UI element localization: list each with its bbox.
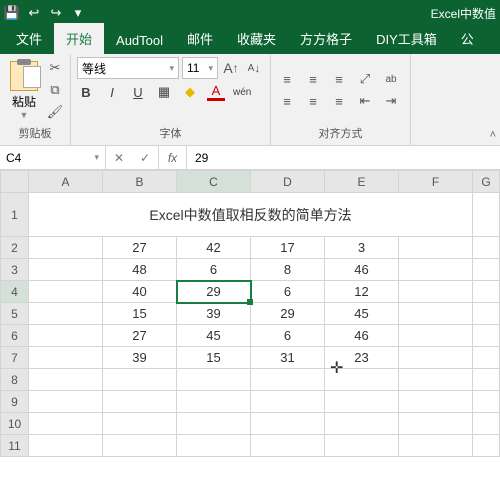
cell[interactable]: 15 [177, 347, 251, 369]
fill-color-button[interactable]: ◆ [181, 84, 199, 100]
clipboard-icon [10, 61, 38, 91]
cell[interactable]: 23 [325, 347, 399, 369]
cell[interactable]: 39 [103, 347, 177, 369]
border-button[interactable]: ▦ [155, 84, 173, 100]
cell[interactable]: 31 [251, 347, 325, 369]
cell[interactable]: 15 [103, 303, 177, 325]
cut-icon[interactable]: ✂ [46, 59, 64, 77]
redo-icon[interactable]: ↪ [48, 5, 64, 21]
align-group-label: 对齐方式 [277, 123, 404, 143]
cell[interactable]: 46 [325, 259, 399, 281]
row-header[interactable]: 5 [1, 303, 29, 325]
col-header-D[interactable]: D [251, 171, 325, 193]
spreadsheet-grid[interactable]: A B C D E F G 1Excel中数值取相反数的简单方法 2274217… [0, 170, 500, 457]
clipboard-group-label: 剪贴板 [6, 123, 64, 143]
paste-label: 粘贴 [12, 93, 36, 110]
row-header[interactable]: 9 [1, 391, 29, 413]
col-header-B[interactable]: B [103, 171, 177, 193]
align-center-icon[interactable]: ≡ [303, 93, 323, 109]
underline-button[interactable]: U [129, 85, 147, 100]
col-header-C[interactable]: C [177, 171, 251, 193]
select-all-corner[interactable] [1, 171, 29, 193]
cell[interactable]: 6 [251, 325, 325, 347]
copy-icon[interactable]: ⧉ [46, 81, 64, 99]
cancel-formula-icon[interactable]: ✕ [106, 151, 132, 165]
tab-diy[interactable]: DIY工具箱 [364, 23, 449, 54]
cell[interactable]: 3 [325, 237, 399, 259]
tab-public[interactable]: 公 [449, 23, 486, 54]
orientation-icon[interactable]: ⤢ [355, 71, 375, 87]
save-icon[interactable]: 💾 [4, 5, 20, 21]
tab-favorites[interactable]: 收藏夹 [225, 23, 288, 54]
cell[interactable]: 29 [251, 303, 325, 325]
row-header[interactable]: 8 [1, 369, 29, 391]
row-header[interactable]: 6 [1, 325, 29, 347]
cell-selected[interactable]: 29 [177, 281, 251, 303]
row-header[interactable]: 1 [1, 193, 29, 237]
indent-decrease-icon[interactable]: ⇤ [355, 93, 375, 109]
align-bottom-icon[interactable]: ≡ [329, 71, 349, 87]
title-cell[interactable]: Excel中数值取相反数的简单方法 [29, 193, 473, 237]
row-header[interactable]: 7 [1, 347, 29, 369]
fx-icon[interactable]: fx [159, 146, 187, 169]
paste-dropdown-icon[interactable]: ▼ [20, 110, 29, 120]
paste-button[interactable]: 粘贴 ▼ [6, 61, 42, 120]
format-painter-icon[interactable]: 🖌 [46, 103, 64, 121]
collapse-ribbon-icon[interactable]: ˄ [490, 129, 496, 141]
align-right-icon[interactable]: ≡ [329, 93, 349, 109]
cell[interactable]: 6 [177, 259, 251, 281]
row-header[interactable]: 2 [1, 237, 29, 259]
font-group-label: 字体 [77, 123, 264, 143]
cell[interactable]: 46 [325, 325, 399, 347]
cell[interactable]: 42 [177, 237, 251, 259]
undo-icon[interactable]: ↩ [26, 5, 42, 21]
qat-more-icon[interactable]: ▾ [70, 5, 86, 21]
row-header[interactable]: 4 [1, 281, 29, 303]
cell[interactable]: 40 [103, 281, 177, 303]
indent-increase-icon[interactable]: ⇥ [381, 93, 401, 109]
italic-button[interactable]: I [103, 85, 121, 100]
row-header[interactable]: 10 [1, 413, 29, 435]
shrink-font-button[interactable]: A↓ [244, 57, 264, 79]
phonetic-button[interactable]: wén [233, 87, 251, 98]
cell[interactable]: 27 [103, 325, 177, 347]
cell[interactable]: 39 [177, 303, 251, 325]
cell[interactable]: 48 [103, 259, 177, 281]
cell[interactable]: 17 [251, 237, 325, 259]
align-top-icon[interactable]: ≡ [277, 71, 297, 87]
tab-file[interactable]: 文件 [4, 23, 54, 54]
window-title: Excel中数值 [431, 5, 496, 22]
col-header-E[interactable]: E [325, 171, 399, 193]
formula-bar[interactable]: 29 [187, 146, 500, 169]
align-middle-icon[interactable]: ≡ [303, 71, 323, 87]
cell[interactable]: 45 [325, 303, 399, 325]
row-header[interactable]: 11 [1, 435, 29, 457]
cell[interactable]: 45 [177, 325, 251, 347]
col-header-G[interactable]: G [473, 171, 500, 193]
tab-home[interactable]: 开始 [54, 23, 104, 54]
tab-audtool[interactable]: AudTool [104, 27, 175, 54]
bold-button[interactable]: B [77, 85, 95, 100]
align-left-icon[interactable]: ≡ [277, 93, 297, 109]
row-header[interactable]: 3 [1, 259, 29, 281]
cell[interactable]: 27 [103, 237, 177, 259]
font-name-select[interactable]: 等线▾ [77, 57, 179, 79]
name-box[interactable]: C4▾ [0, 146, 106, 169]
tab-square[interactable]: 方方格子 [288, 23, 364, 54]
wrap-text-button[interactable]: ab [381, 71, 401, 87]
cell[interactable]: 6 [251, 281, 325, 303]
col-header-F[interactable]: F [399, 171, 473, 193]
cell[interactable]: 8 [251, 259, 325, 281]
tab-mail[interactable]: 邮件 [175, 23, 225, 54]
font-color-button[interactable]: A [207, 83, 225, 101]
col-header-A[interactable]: A [29, 171, 103, 193]
enter-formula-icon[interactable]: ✓ [132, 151, 158, 165]
cell[interactable]: 12 [325, 281, 399, 303]
font-size-select[interactable]: 11▾ [182, 57, 218, 79]
grow-font-button[interactable]: A↑ [221, 57, 241, 79]
